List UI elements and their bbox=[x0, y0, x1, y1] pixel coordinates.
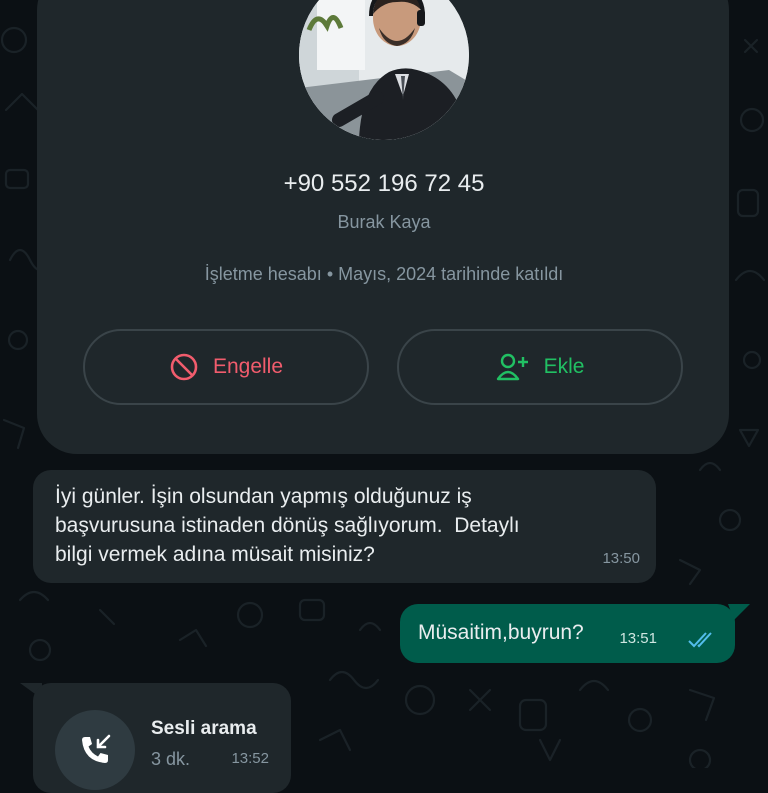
incoming-call-icon bbox=[82, 734, 111, 763]
message-text: Müsaitim,buyrun? bbox=[418, 621, 584, 644]
contact-name: Burak Kaya bbox=[337, 212, 431, 232]
incoming-message[interactable]: İyi günler. İşin olsundan yapmış olduğun… bbox=[33, 470, 656, 583]
voice-call-message[interactable]: Sesli arama 3 dk. 13:52 bbox=[33, 683, 291, 793]
add-person-icon bbox=[496, 353, 528, 381]
message-text: İyi günler. İşin olsundan yapmış olduğun… bbox=[55, 485, 520, 566]
call-title: Sesli arama bbox=[151, 718, 257, 739]
call-icon-circle bbox=[55, 710, 135, 790]
outgoing-message[interactable]: Müsaitim,buyrun? 13:51 bbox=[400, 604, 735, 663]
add-contact-label: Ekle bbox=[543, 355, 585, 378]
block-button-label: Engelle bbox=[212, 355, 284, 378]
message-time: 13:51 bbox=[619, 630, 657, 647]
contact-phone-number: +90 552 196 72 45 bbox=[283, 170, 485, 197]
add-contact-button[interactable]: Ekle bbox=[397, 329, 683, 405]
message-time: 13:50 bbox=[602, 550, 640, 567]
read-receipt-icon bbox=[688, 632, 712, 648]
block-button[interactable]: Engelle bbox=[83, 329, 369, 405]
call-duration: 3 dk. bbox=[151, 749, 191, 769]
business-account-info: İşletme hesabı • Mayıs, 2024 tarihinde k… bbox=[204, 264, 564, 284]
message-time: 13:52 bbox=[231, 750, 269, 767]
block-icon bbox=[170, 353, 198, 381]
